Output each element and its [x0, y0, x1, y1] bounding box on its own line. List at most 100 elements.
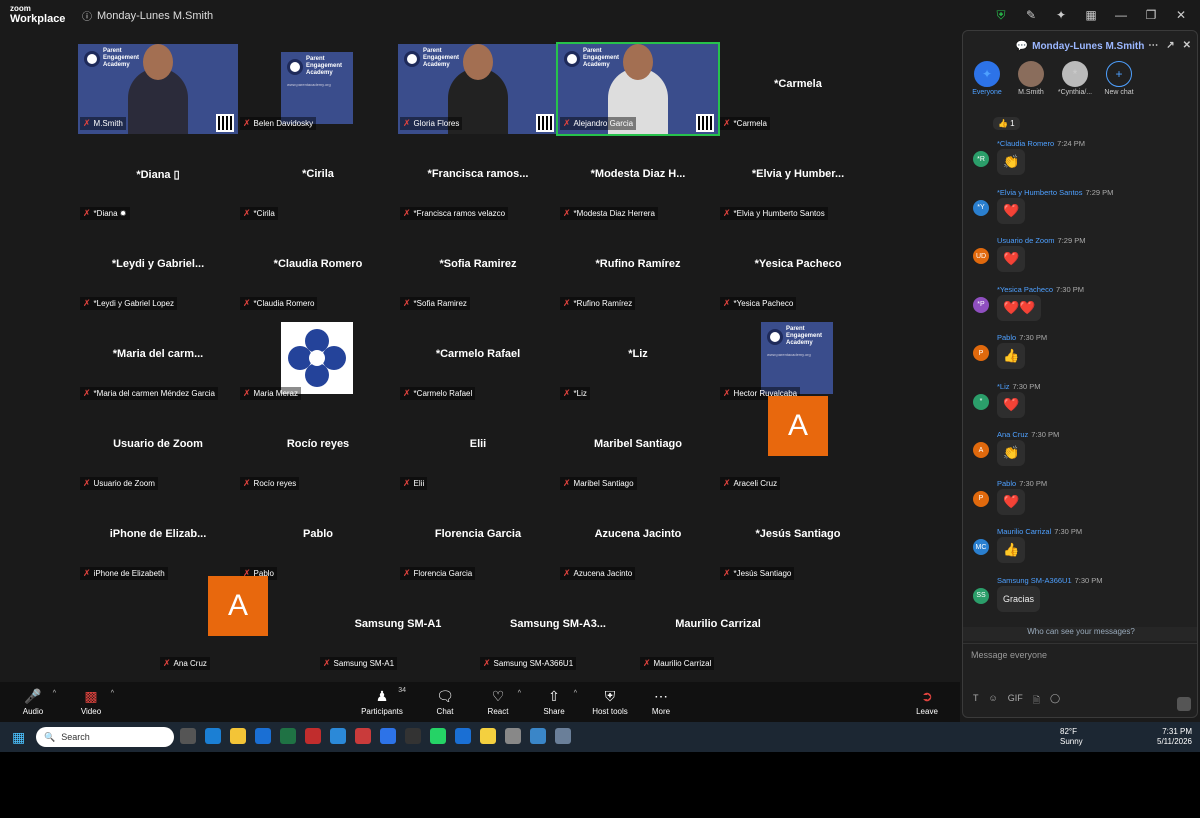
- sender-avatar: P: [973, 490, 989, 507]
- participant-tile[interactable]: *Rufino Ramírez ✗ *Rufino Ramírez: [558, 224, 718, 314]
- participant-tile[interactable]: *Diana ▯ ✗ *Diana ✹: [78, 134, 238, 224]
- audio-options-caret[interactable]: ^: [53, 690, 56, 697]
- share-button[interactable]: ⇧ Share ^: [529, 688, 579, 716]
- participant-tile[interactable]: Parent Engagement Academy ✗ Alejandro Garcia: [556, 42, 720, 136]
- pen-icon[interactable]: ✎: [1020, 5, 1042, 25]
- recipient-person[interactable]: M.Smith: [1013, 61, 1049, 96]
- participant-tile[interactable]: *Leydi y Gabriel... ✗ *Leydi y Gabriel Lop…: [78, 224, 238, 314]
- outlook-icon[interactable]: [255, 728, 271, 744]
- emoji-icon[interactable]: ☺: [989, 693, 998, 709]
- more-icon[interactable]: ⋯: [1148, 40, 1158, 51]
- participant-tile[interactable]: Parent Engagement Academy www.parentacademy…: [238, 44, 398, 134]
- windows-start-icon[interactable]: ▦: [12, 730, 26, 744]
- app-icon[interactable]: [405, 728, 421, 744]
- whatsapp-icon[interactable]: [430, 728, 446, 744]
- close-icon[interactable]: ✕: [1183, 40, 1191, 51]
- participant-tile[interactable]: Samsung SM-A1 ✗ Samsung SM-A1: [318, 584, 478, 674]
- audio-button[interactable]: 🎤 Audio ^: [8, 688, 58, 716]
- system-clock[interactable]: 7:31 PM 5/11/2026: [1157, 727, 1192, 747]
- participant-tile[interactable]: Elii ✗ Elii: [398, 404, 558, 494]
- outlook-icon[interactable]: [455, 728, 471, 744]
- participant-tile[interactable]: Maurilio Carrizal ✗ Maurilio Carrizal: [638, 584, 798, 674]
- chat-button[interactable]: 🗨 Chat: [420, 688, 470, 716]
- video-options-caret[interactable]: ^: [111, 690, 114, 697]
- participant-tile[interactable]: Maribel Santiago ✗ Maribel Santiago: [558, 404, 718, 494]
- participant-tile[interactable]: *Maria del carm... ✗ *Maria del carmen Mén…: [78, 314, 238, 404]
- send-icon[interactable]: [1177, 697, 1191, 711]
- react-button[interactable]: ♡ React ^: [473, 688, 523, 716]
- screenshot-icon[interactable]: ◯: [1050, 693, 1060, 709]
- participant-tile[interactable]: *Modesta Diaz H... ✗ *Modesta Diaz Herrera: [558, 134, 718, 224]
- participant-tile[interactable]: *Sofia Ramirez ✗ *Sofia Ramirez: [398, 224, 558, 314]
- participants-button[interactable]: ♟ Participants 34: [352, 687, 412, 716]
- participant-tile[interactable]: Usuario de Zoom ✗ Usuario de Zoom: [78, 404, 238, 494]
- task-view-icon[interactable]: [180, 728, 196, 744]
- restore-icon[interactable]: ❐: [1140, 5, 1162, 25]
- participant-tile[interactable]: *Claudia Romero ✗ *Claudia Romero: [238, 224, 398, 314]
- reaction-chip[interactable]: 👍 1: [993, 117, 1020, 130]
- sticky-notes-icon[interactable]: [480, 728, 496, 744]
- participant-tile[interactable]: iPhone de Elizab... ✗ iPhone de Elizabeth: [78, 494, 238, 584]
- more-button[interactable]: ⋯ More: [636, 688, 686, 716]
- popout-icon[interactable]: ↗: [1166, 40, 1174, 51]
- participant-tile[interactable]: Pablo ✗ Pablo: [238, 494, 398, 584]
- participant-tile[interactable]: Samsung SM-A3... ✗ Samsung SM-A366U1: [478, 584, 638, 674]
- edge-icon[interactable]: [205, 728, 221, 744]
- who-can-see-link[interactable]: Who can see your messages?: [963, 627, 1197, 641]
- participant-tile[interactable]: *Yesica Pacheco ✗ *Yesica Pacheco: [718, 224, 878, 314]
- shield-icon[interactable]: ⛨: [990, 5, 1012, 25]
- participant-tile[interactable]: Parent Engagement Academy www.parentacademy…: [718, 314, 878, 404]
- video-button[interactable]: ▩ Video ^: [66, 688, 116, 716]
- sparkle-icon[interactable]: ✦: [1050, 5, 1072, 25]
- app-icon[interactable]: [330, 728, 346, 744]
- share-options-caret[interactable]: ^: [574, 690, 577, 697]
- participant-tile[interactable]: Florencia Garcia ✗ Florencia Garcia: [398, 494, 558, 584]
- participant-tile[interactable]: *Elvia y Humber... ✗ *Elvia y Humberto San…: [718, 134, 878, 224]
- participant-tile[interactable]: Parent Engagement Academy ✗ M.Smith: [78, 44, 238, 134]
- participant-tile[interactable]: *Carmela ✗ *Carmela: [718, 44, 878, 134]
- format-icon[interactable]: T: [973, 693, 979, 709]
- message-compose[interactable]: Message everyone T ☺ GIF 🗎 ◯: [963, 643, 1197, 717]
- meeting-title: Monday-Lunes M.Smith: [97, 9, 214, 22]
- file-icon[interactable]: 🗎: [1033, 693, 1040, 709]
- close-icon[interactable]: ✕: [1170, 5, 1192, 25]
- leave-button[interactable]: ➲ Leave: [902, 688, 952, 716]
- participant-tile[interactable]: ✗ Maria Meraz: [238, 314, 398, 404]
- message-bubble: ❤️: [997, 391, 1026, 418]
- gif-icon[interactable]: GIF: [1008, 693, 1023, 709]
- excel-icon[interactable]: [280, 728, 296, 744]
- zoom-taskbar-icon[interactable]: [380, 728, 396, 744]
- participant-tile[interactable]: *Jesús Santiago ✗ *Jesús Santiago: [718, 494, 878, 584]
- participant-tile[interactable]: *Carmelo Rafael ✗ *Carmelo Rafael: [398, 314, 558, 404]
- recipient-person[interactable]: * *Cynthia/...: [1057, 61, 1093, 96]
- message-input[interactable]: Message everyone: [971, 650, 1047, 660]
- participant-tile[interactable]: Parent Engagement Academy ✗ Gloria Flores: [398, 44, 558, 134]
- settings-icon[interactable]: [555, 728, 571, 744]
- host-tools-button[interactable]: ⛨ Host tools: [585, 688, 635, 716]
- participant-tile[interactable]: *Cirila ✗ *Cirila: [238, 134, 398, 224]
- react-options-caret[interactable]: ^: [518, 690, 521, 697]
- app-icon[interactable]: [530, 728, 546, 744]
- desktop-background: [0, 752, 1200, 818]
- acrobat-icon[interactable]: [305, 728, 321, 744]
- participant-tile[interactable]: A ✗ Ana Cruz: [158, 576, 318, 674]
- recipient-new-chat[interactable]: + New chat: [1101, 61, 1137, 96]
- participant-tile[interactable]: *Liz ✗ *Liz: [558, 314, 718, 404]
- minimize-icon[interactable]: —: [1110, 5, 1132, 25]
- taskbar-search[interactable]: 🔍 Search: [36, 727, 174, 747]
- participant-name-display: *Jesús Santiago: [755, 528, 841, 540]
- participant-tile[interactable]: *Francisca ramos... ✗ *Francisca ramos vel…: [398, 134, 558, 224]
- info-icon[interactable]: ⓘ: [82, 8, 92, 23]
- participant-tile[interactable]: A ✗ Araceli Cruz: [718, 396, 878, 494]
- apps-grid-icon[interactable]: ▦: [1080, 5, 1102, 25]
- message-list[interactable]: 👍 1 *R *Claudia Romero 7:24 PM 👏 *Y *Elvia y …: [963, 115, 1197, 625]
- app-icon[interactable]: [355, 728, 371, 744]
- participant-tile[interactable]: Rocío reyes ✗ Rocío reyes: [238, 404, 398, 494]
- weather-widget[interactable]: 82°F Sunny: [1060, 727, 1083, 747]
- participant-tile[interactable]: Azucena Jacinto ✗ Azucena Jacinto: [558, 494, 718, 584]
- file-explorer-icon[interactable]: [230, 728, 246, 744]
- mic-off-icon: ✗: [723, 208, 731, 218]
- meeting-info[interactable]: ⓘ Monday-Lunes M.Smith: [82, 8, 214, 24]
- calculator-icon[interactable]: [505, 728, 521, 744]
- recipient-everyone[interactable]: ✦ Everyone: [969, 61, 1005, 96]
